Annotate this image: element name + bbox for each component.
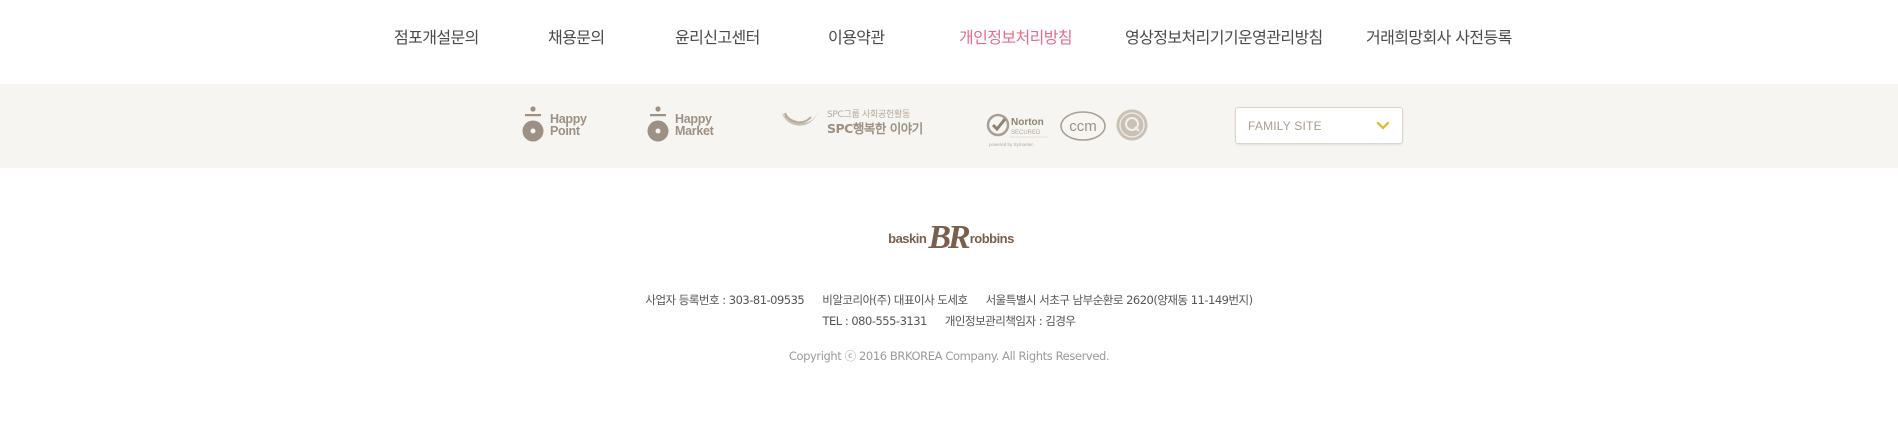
company-ceo: 비알코리아(주) 대표이사 도세호 [822,293,968,307]
happy-market-icon [647,106,669,142]
spc-story-link[interactable]: SPC그룹 사회공헌활동 SPC행복한 이야기 [781,109,923,135]
logo-left-text: baskin [888,230,927,246]
baskin-robbins-logo[interactable]: baskin BR robbins [877,219,1025,257]
nav-privacy-policy[interactable]: 개인정보처리방침 [959,27,1073,49]
ccm-label: ccm [1069,118,1097,135]
nav-cctv-policy[interactable]: 영상정보처리기기운영관리방침 [1125,27,1323,49]
ccm-badge[interactable]: ccm [1059,110,1107,146]
nav-recruit-inquiry[interactable]: 채용문의 [548,27,605,49]
nav-ethics-report-center[interactable]: 윤리신고센터 [675,27,760,49]
logo-right-text: robbins [969,230,1015,246]
happy-point-link[interactable]: Happy Point [522,106,587,144]
copyright: Copyright ⓒ 2016 BRKOREA Company. All Ri… [788,349,1110,363]
family-site-label: FAMILY SITE [1248,118,1322,133]
partner-band: Happy Point Happy Market SPC그룹 사회공헌활동 SP… [0,84,1898,168]
nav-vendor-registration[interactable]: 거래희망회사 사전등록 [1366,27,1512,49]
spc-wave-icon [782,112,818,126]
company-info-line2: TEL : 080-555-3131 개인정보관리책임자 : 김경우 [0,313,1898,329]
happy-market-link[interactable]: Happy Market [647,106,714,144]
privacy-officer: 개인정보관리책임자 : 김경우 [944,314,1076,328]
company-info-line1: 사업자 등록번호 : 303-81-09535 비알코리아(주) 대표이사 도세호… [0,292,1898,308]
norton-powered: powered by Symantec [989,142,1034,147]
happy-point-line2: Point [550,124,580,138]
footer-nav: 점포개설문의 채용문의 윤리신고센터 이용약관 개인정보처리방침 영상정보처리기… [0,0,1898,84]
company-tel: TEL : 080-555-3131 [822,314,927,328]
family-site-select[interactable]: FAMILY SITE [1235,107,1403,144]
business-number: 사업자 등록번호 : 303-81-09535 [645,293,805,307]
norton-badge[interactable]: Norton SECURED powered by Symantec [986,109,1050,153]
company-address: 서울특별시 서초구 남부순환로 2620(양재동 11-149번지) [985,293,1254,307]
happy-point-icon [522,106,544,142]
certification-badge[interactable] [1115,108,1149,146]
spc-big-text: SPC행복한 이야기 [827,121,923,136]
norton-sub: SECURED [1011,130,1041,136]
norton-title: Norton [1011,117,1044,128]
nav-terms-of-use[interactable]: 이용약관 [828,27,885,49]
nav-store-opening-inquiry[interactable]: 점포개설문의 [394,27,479,49]
chevron-down-icon [1376,121,1390,130]
happy-market-line2: Market [675,124,714,138]
certification-icon [1116,109,1148,141]
logo-br-mark: BR [928,219,970,256]
